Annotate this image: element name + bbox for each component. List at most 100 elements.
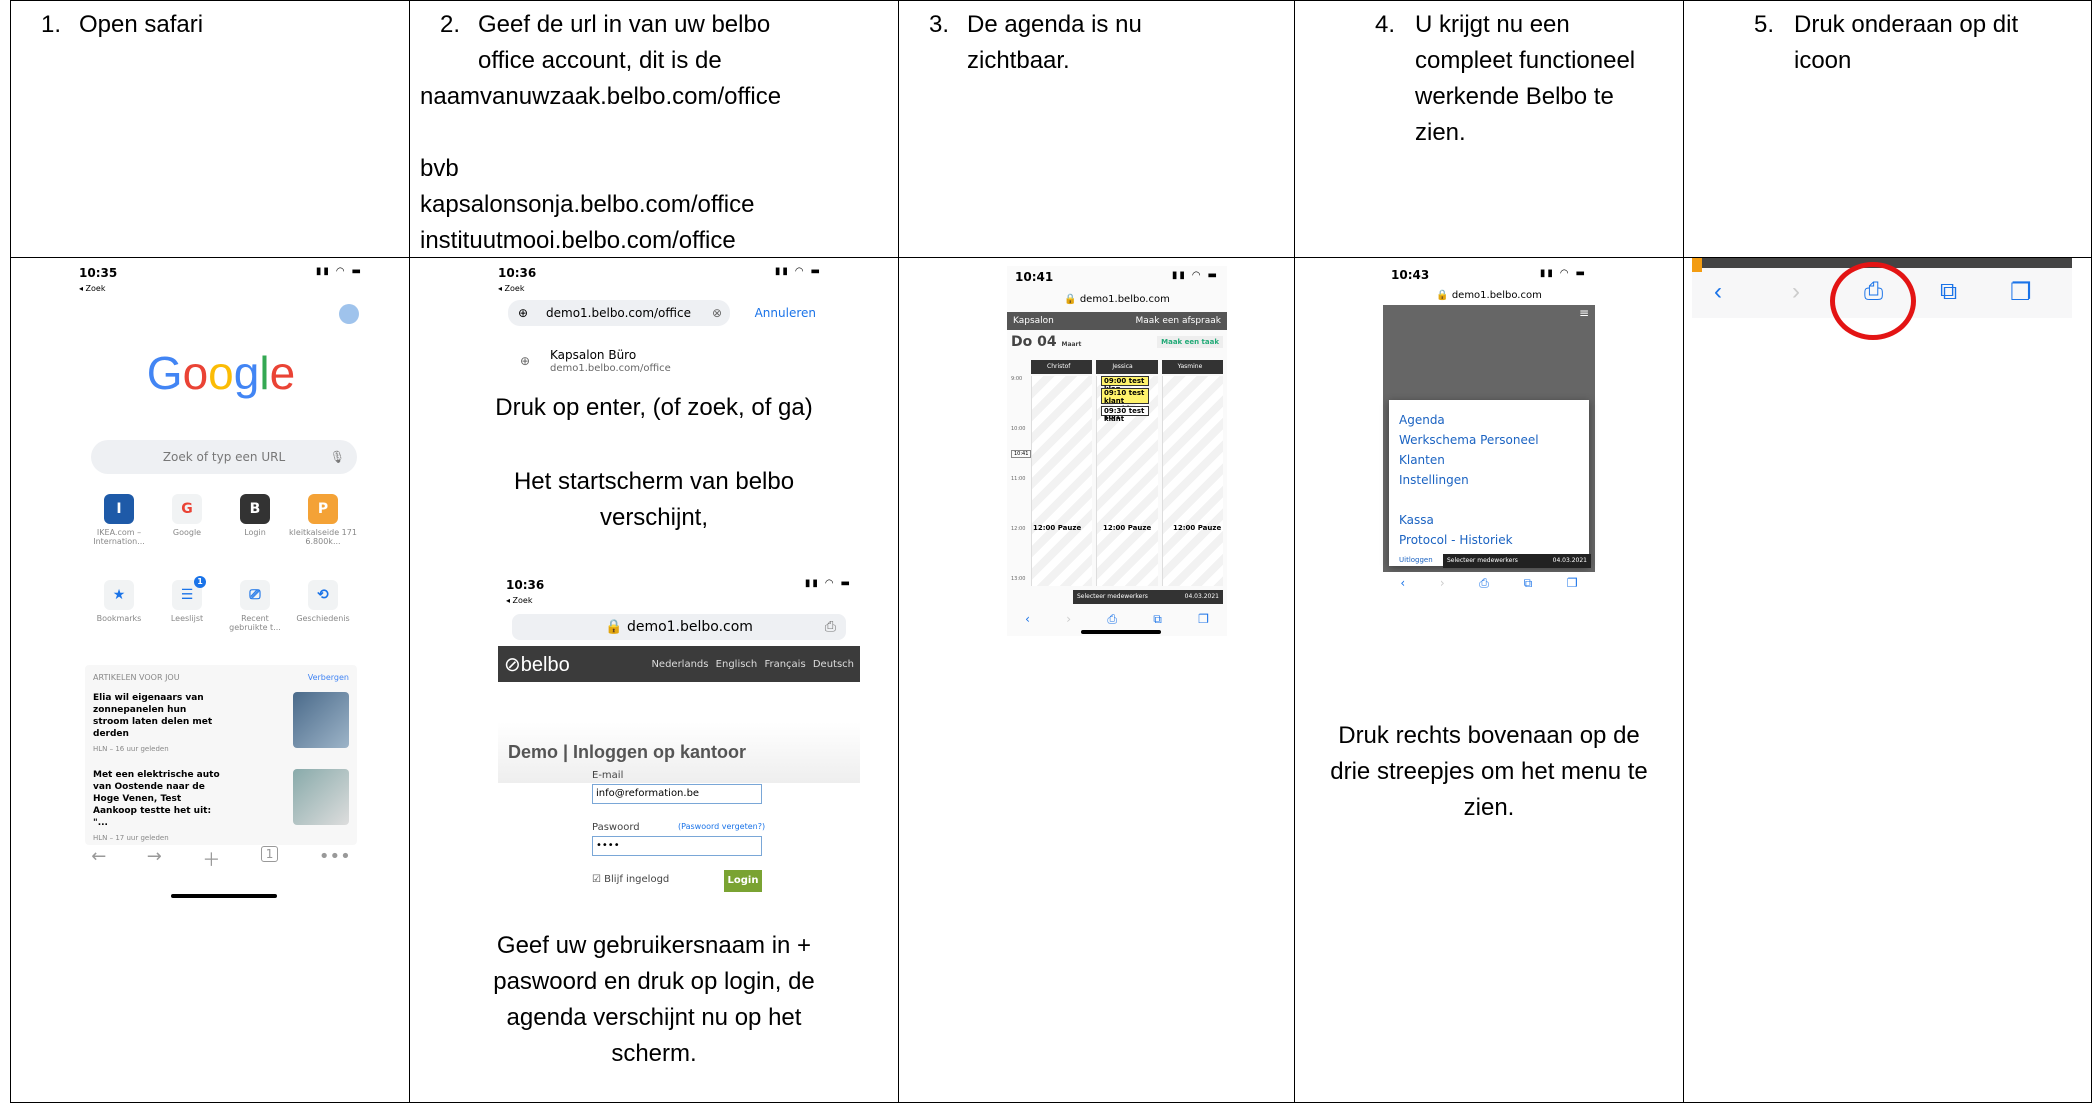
menu-item-klanten[interactable]: Klanten [1399, 450, 1579, 470]
url-input[interactable]: ⊕ demo1.belbo.com/office ⊗ [508, 300, 730, 326]
password-field[interactable]: •••• [592, 836, 762, 856]
microphone-icon[interactable]: 🎙 [330, 440, 345, 474]
step-1-number: 1. [41, 11, 62, 38]
step-1-cell: 1. Open safari [11, 1, 410, 258]
share-icon[interactable]: ⎙ [1479, 576, 1489, 600]
step-3-text: 3. De agenda is nu zichtbaar. [909, 7, 1284, 79]
forward-arrow-icon[interactable]: → [147, 846, 162, 872]
back-arrow-icon[interactable]: ‹ [1025, 612, 1030, 627]
tabs-icon[interactable]: ❐ [1567, 576, 1578, 600]
new-appointment[interactable]: Maak een afspraak [1135, 312, 1221, 330]
menu-item-kassa[interactable]: Kassa [1399, 510, 1579, 530]
step-5-cell: 5. Druk onderaan op dit icoon [1684, 1, 2092, 258]
shortcut-login[interactable]: B Login [221, 494, 289, 546]
url-bar[interactable]: 🔒 demo1.belbo.com [1007, 288, 1227, 311]
history-shortcut[interactable]: ⟲ Geschiedenis [289, 580, 357, 632]
recent-tabs-shortcut[interactable]: ⎚ Recent gebruikte t... [221, 580, 289, 632]
step-2-line-2: office account, dit is de [478, 47, 722, 74]
menu-item-protocol[interactable]: Protocol - Historiek [1399, 530, 1579, 550]
email-field[interactable]: info@reformation.be [592, 784, 762, 804]
hide-articles-link[interactable]: Verbergen [308, 673, 349, 682]
footer-bar: Selecteer medewerkers 04.03.2021 [1073, 590, 1223, 604]
hours-column: 9:00 10:00 11:00 12:00 13:00 [1011, 376, 1026, 582]
select-staff-button[interactable]: Selecteer medewerkers [1077, 590, 1148, 604]
break-block: 12:00 Pauze [1103, 524, 1152, 532]
step-3-line-2: zichtbaar. [967, 47, 1070, 74]
bookmarks-icon[interactable]: ⧉ [1524, 576, 1533, 600]
step-2-line-6: kapsalonsonja.belbo.com/office [420, 191, 755, 218]
menu-item-instellingen[interactable]: Instellingen [1399, 470, 1579, 490]
shortcut-google[interactable]: G Google [153, 494, 221, 546]
menu-item-werkschema[interactable]: Werkschema Personeel [1399, 430, 1579, 450]
select-staff-button[interactable]: Selecteer medewerkers [1447, 554, 1518, 568]
articles-title: ARTIKELEN VOOR JOU [93, 673, 180, 682]
highlight-circle [1830, 262, 1916, 340]
step-2-text: 2. Geef de url in van uw belbo office acc… [420, 7, 888, 79]
menu-item-agenda[interactable]: Agenda [1399, 410, 1579, 430]
back-arrow-icon[interactable]: ← [91, 846, 106, 872]
shortcut-ikea[interactable]: I IKEA.com – Internation... [85, 494, 153, 546]
more-icon[interactable]: ••• [319, 846, 351, 872]
search-input[interactable]: Zoek of typ een URL 🎙 [91, 440, 357, 474]
signal-icons: ▮▮ ◠ ▬ [804, 578, 852, 589]
hamburger-icon[interactable]: ≡ [1579, 306, 1589, 320]
status-bar: 10:41 ▮▮ ◠ ▬ [1015, 270, 1219, 284]
bookmarks-shortcut[interactable]: ★ Bookmarks [85, 580, 153, 632]
article-item[interactable]: Elia wil eigenaars van zonnepanelen hun … [93, 692, 349, 755]
article-item[interactable]: Met een elektrische auto van Oostende na… [93, 769, 349, 844]
step-4-text: 4. U krijgt nu een compleet functioneel w… [1305, 7, 1673, 151]
step-5-text: 5. Druk onderaan op dit icoon [1694, 7, 2081, 79]
shortcuts-row-2: ★ Bookmarks ☰ 1 Leeslijst ⎚ Recent gebruikte… [85, 576, 357, 632]
shortcut-kleitkalseide[interactable]: Pkleitkalseide 171 6.800k... [289, 494, 357, 546]
step-4-line-4: zien. [1415, 119, 1466, 146]
appointment-block[interactable]: 09:30 test klant [1101, 406, 1149, 423]
step-5-number: 5. [1754, 11, 1775, 38]
tabs-icon[interactable]: 1 [260, 846, 279, 862]
forward-arrow-icon[interactable]: › [1440, 576, 1445, 600]
bookmarks-icon[interactable]: ⧉ [1153, 612, 1162, 627]
salon-name: Kapsalon [1013, 316, 1054, 326]
cancel-button[interactable]: Annuleren [755, 306, 816, 320]
history-icon: ⟲ [308, 580, 338, 610]
login-button[interactable]: Login [724, 870, 762, 892]
forward-arrow-icon[interactable]: › [1792, 278, 1800, 306]
break-block: 12:00 Pauze [1173, 524, 1222, 532]
step-2-line-3: naamvanuwzaak.belbo.com/office [420, 83, 782, 110]
new-task-button[interactable]: Maak een taak [1157, 336, 1223, 348]
readinglist-shortcut[interactable]: ☰ 1 Leeslijst [153, 576, 221, 632]
step-2-cell: 2. Geef de url in van uw belbo office acc… [410, 1, 899, 258]
new-tab-icon[interactable]: ＋ [202, 846, 220, 872]
share-icon[interactable]: ⎙ [1107, 612, 1117, 627]
staff-column-header: Jessica [1096, 360, 1158, 374]
safari-toolbar: ‹ › ⎙ ⧉ ❐ [1007, 612, 1227, 627]
article-thumbnail [293, 769, 349, 825]
remember-checkbox[interactable]: ☑ Blijf ingelogd [592, 874, 669, 885]
bookmarks-icon[interactable]: ⧉ [1940, 278, 1957, 306]
avatar[interactable] [339, 304, 359, 324]
language-links[interactable]: Nederlands Englisch Français Deutsch [651, 659, 854, 670]
back-arrow-icon[interactable]: ‹ [1400, 576, 1405, 600]
step-4-line-2: compleet functioneel [1415, 47, 1636, 74]
tabs-icon[interactable]: ❐ [1198, 612, 1209, 627]
articles-card: ARTIKELEN VOOR JOU Verbergen Elia wil eig… [85, 665, 357, 845]
date-selector[interactable]: 04.03.2021 [1553, 554, 1587, 568]
url-bar[interactable]: 🔒 demo1.belbo.com ⎙ [512, 614, 846, 640]
tabs-icon[interactable]: ❐ [2010, 278, 2032, 307]
step-1-text: 1. Open safari [21, 7, 399, 43]
url-suggestion[interactable]: Kapsalon Büro demo1.belbo.com/office [550, 348, 671, 376]
step-2-screenshot-cell: 10:36 ◂ Zoek ▮▮ ◠ ▬ ⊕ demo1.belbo.com/offi… [410, 258, 899, 1103]
step-5-line-1: Druk onderaan op dit [1794, 11, 2019, 38]
step-3-line-1: De agenda is nu [967, 11, 1142, 38]
forgot-password-link[interactable]: (Paswoord vergeten?) [678, 822, 765, 831]
step-5-screenshot-cell: ‹ › ⎙ ⧉ ❐ [1684, 258, 2092, 1103]
status-time: 10:36 ◂ Zoek [498, 266, 537, 293]
date-selector[interactable]: 04.03.2021 [1185, 590, 1219, 604]
appointment-block[interactable]: 09:00 test klan [1101, 376, 1149, 393]
status-time: 10:35 ◂ Zoek [79, 266, 118, 293]
day-label: Do 04 [1011, 334, 1057, 350]
appointment-block[interactable]: 09:10 test klant Brushing kort [1101, 388, 1149, 421]
phone-google: 10:35 ◂ Zoek ▮▮ ◠ ▬ Google Zoek of typ ee… [71, 262, 371, 902]
forward-arrow-icon[interactable]: › [1066, 612, 1071, 627]
url-bar[interactable]: 🔒 demo1.belbo.com [1383, 286, 1595, 305]
back-arrow-icon[interactable]: ‹ [1714, 278, 1722, 306]
